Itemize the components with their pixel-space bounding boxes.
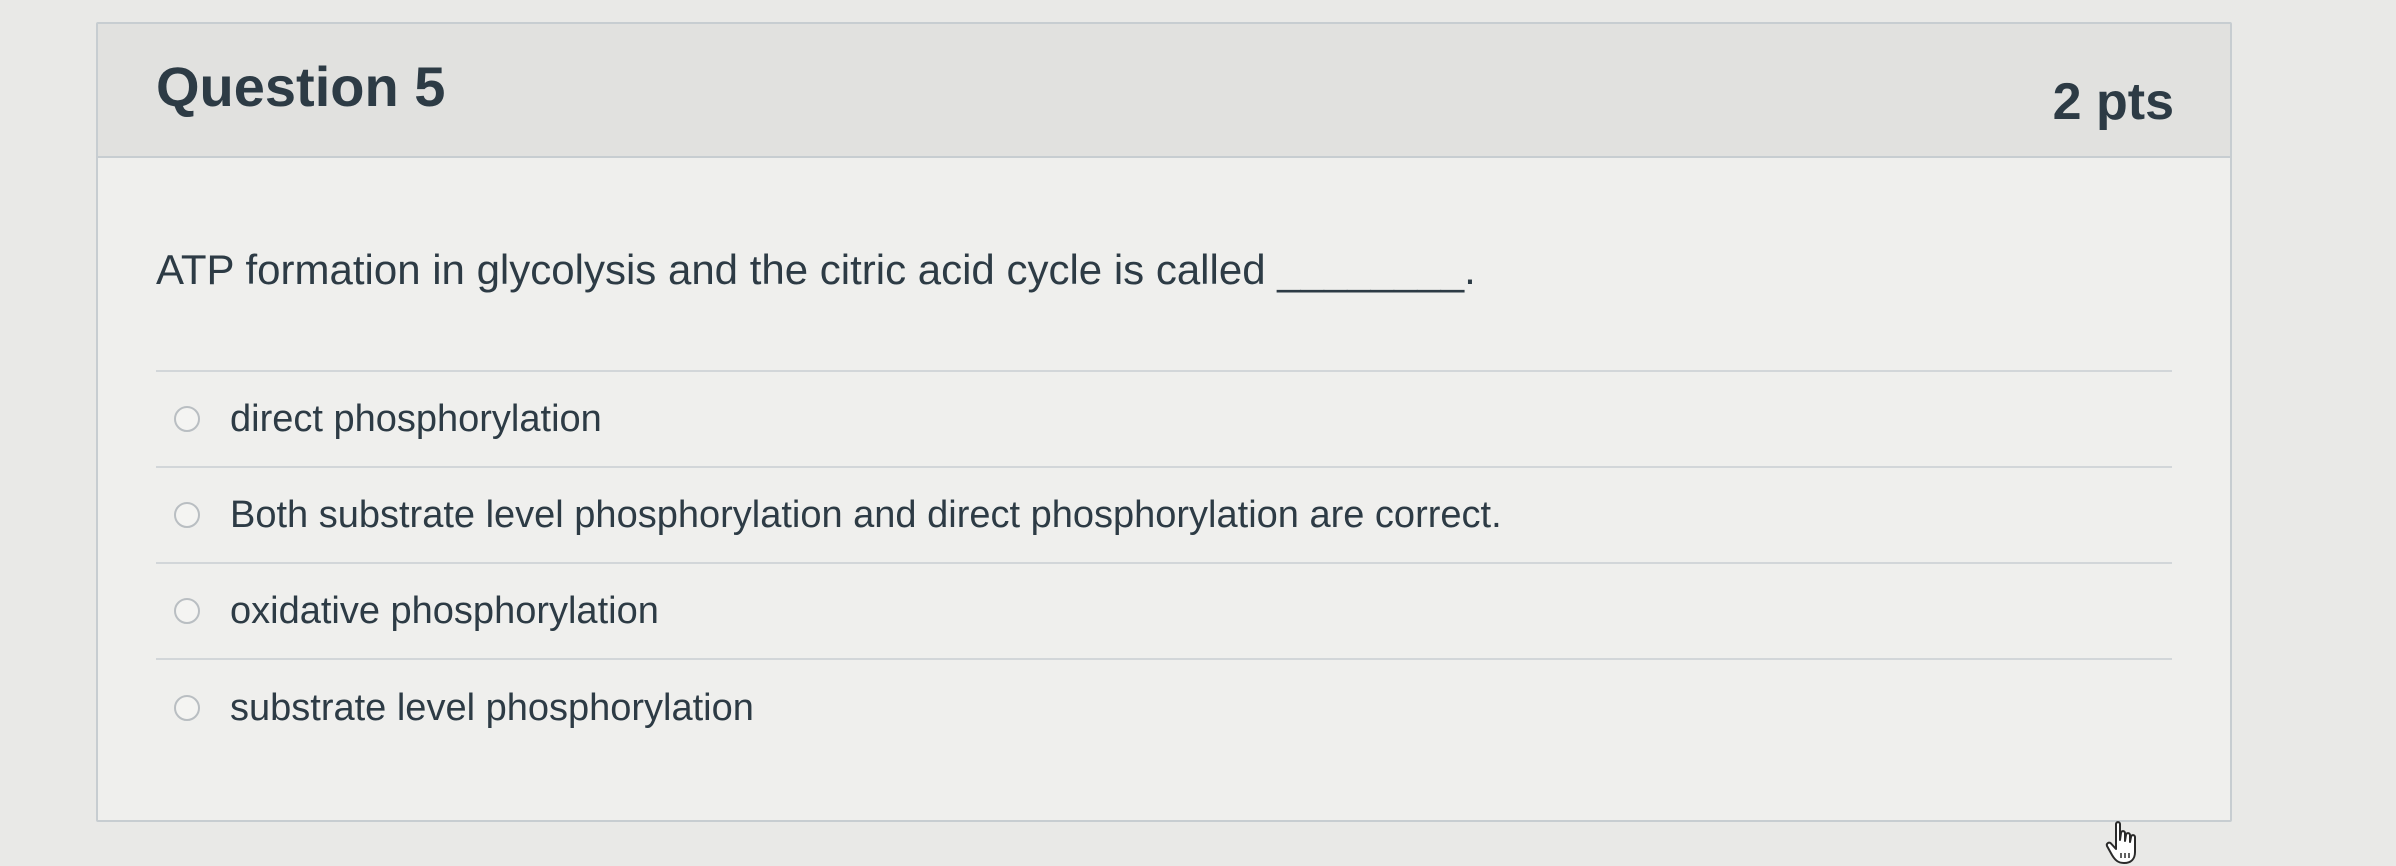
answer-option-4[interactable]: substrate level phosphorylation [156, 660, 2172, 756]
radio-button-icon[interactable] [174, 598, 200, 624]
answer-option-1[interactable]: direct phosphorylation [156, 372, 2172, 468]
answer-label[interactable]: substrate level phosphorylation [230, 687, 754, 730]
radio-button-icon[interactable] [174, 695, 200, 721]
answer-label[interactable]: direct phosphorylation [230, 398, 602, 441]
question-card: Question 5 2 pts ATP formation in glycol… [96, 22, 2232, 822]
answer-list: direct phosphorylation Both substrate le… [156, 370, 2172, 756]
answer-option-3[interactable]: oxidative phosphorylation [156, 564, 2172, 660]
answer-label[interactable]: oxidative phosphorylation [230, 590, 659, 633]
hand-pointer-icon [2105, 821, 2136, 864]
question-text: ATP formation in glycolysis and the citr… [156, 246, 1476, 293]
radio-button-icon[interactable] [174, 406, 200, 432]
answer-option-2[interactable]: Both substrate level phosphorylation and… [156, 468, 2172, 564]
question-points: 2 pts [2052, 73, 2174, 131]
question-title: Question 5 [156, 55, 446, 118]
question-header: Question 5 2 pts [98, 24, 2230, 158]
radio-button-icon[interactable] [174, 502, 200, 528]
answer-label[interactable]: Both substrate level phosphorylation and… [230, 494, 1502, 537]
